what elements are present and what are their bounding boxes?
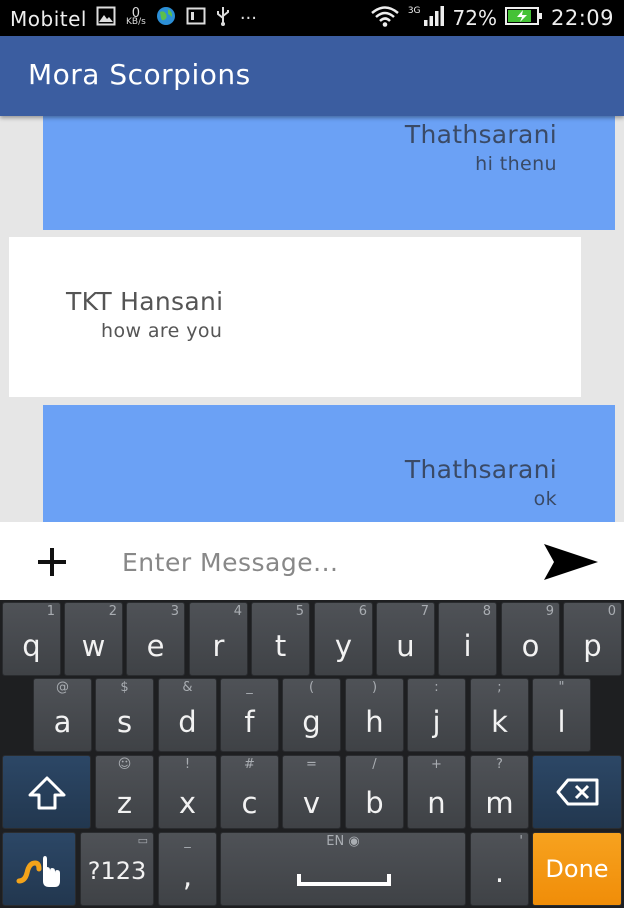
period-key[interactable]: ' . xyxy=(470,832,529,906)
key-c[interactable]: # c xyxy=(220,755,279,829)
key-t[interactable]: 5t xyxy=(251,602,310,676)
battery-percent: 72% xyxy=(452,6,497,30)
key-w[interactable]: 2w xyxy=(64,602,123,676)
spacebar-icon xyxy=(297,874,391,886)
message-sender: Thathsarani xyxy=(404,120,557,149)
send-button[interactable] xyxy=(540,538,602,586)
network-type: 3G xyxy=(407,6,421,16)
key-z[interactable]: ☺ z xyxy=(95,755,154,829)
key-y[interactable]: 6y xyxy=(314,602,373,676)
key-d[interactable]: & d xyxy=(158,678,217,752)
symbols-key[interactable]: ▭ ?123 xyxy=(80,832,154,906)
wifi-icon xyxy=(370,5,400,31)
key-p[interactable]: 0p xyxy=(563,602,622,676)
status-icons-left: 0 KB/s ··· xyxy=(96,5,257,31)
key-r[interactable]: 4r xyxy=(189,602,248,676)
globe-app-icon xyxy=(156,6,176,30)
key-l[interactable]: " l xyxy=(532,678,591,752)
plus-icon xyxy=(38,548,66,576)
attach-button[interactable] xyxy=(30,540,74,584)
network-speed: 0 KB/s xyxy=(126,6,146,27)
key-j[interactable]: :j xyxy=(407,678,466,752)
message-text: hi thenu xyxy=(475,153,557,175)
key-i[interactable]: 8i xyxy=(438,602,497,676)
usb-icon xyxy=(216,6,230,30)
carrier-name: Mobitel xyxy=(10,7,87,31)
clock: 22:09 xyxy=(550,6,614,30)
sim-card-icon xyxy=(186,7,206,29)
backspace-icon xyxy=(556,778,599,806)
key-g[interactable]: (g xyxy=(282,678,341,752)
key-h[interactable]: ) h xyxy=(345,678,404,752)
key-m[interactable]: ? m xyxy=(470,755,529,829)
key-f[interactable]: _ f xyxy=(220,678,279,752)
shift-icon xyxy=(28,776,66,810)
clipboard-icon: ▭ xyxy=(137,834,148,847)
key-s[interactable]: $ s xyxy=(95,678,154,752)
key-e[interactable]: 3e xyxy=(126,602,185,676)
swype-icon xyxy=(16,856,60,887)
app-bar: Mora Scorpions xyxy=(0,36,624,116)
shift-key[interactable] xyxy=(2,755,91,829)
app-title: Mora Scorpions xyxy=(28,58,251,91)
key-k[interactable]: ; k xyxy=(470,678,529,752)
space-key[interactable]: EN ◉ xyxy=(220,832,466,906)
swype-key[interactable] xyxy=(2,832,76,906)
space-language-label: EN ◉ xyxy=(326,834,360,849)
message-bubble-incoming[interactable]: TKT Hansani how are you xyxy=(9,237,581,397)
message-sender: Thathsarani xyxy=(404,455,557,484)
message-bubble-outgoing[interactable]: Thathsarani ok xyxy=(43,405,615,522)
send-icon xyxy=(544,544,598,580)
battery-charging-icon xyxy=(504,6,543,30)
status-icons-right: 3G 72% 22:09 xyxy=(370,5,614,31)
message-sender: TKT Hansani xyxy=(66,287,224,316)
soft-keyboard: 1q 2w 3e 4r 5t 6y 7u 8i 9o 0p @ a $ s & d _… xyxy=(0,600,624,908)
message-composer xyxy=(0,522,624,600)
key-v[interactable]: = v xyxy=(282,755,341,829)
message-list[interactable]: Thathsarani hi thenu TKT Hansani how are… xyxy=(0,116,624,522)
message-text: ok xyxy=(533,488,557,510)
key-q[interactable]: 1q xyxy=(2,602,61,676)
comma-key[interactable]: _ , xyxy=(158,832,217,906)
signal-strength-icon xyxy=(423,5,445,31)
message-text: how are you xyxy=(101,320,223,342)
key-a[interactable]: @ a xyxy=(33,678,92,752)
status-bar: Mobitel 0 KB/s ··· 3G 72% 22:09 xyxy=(0,0,624,36)
image-notification-icon xyxy=(96,6,116,30)
done-key[interactable]: Done xyxy=(532,832,622,906)
key-o[interactable]: 9o xyxy=(501,602,560,676)
message-bubble-outgoing[interactable]: Thathsarani hi thenu xyxy=(43,116,615,230)
key-x[interactable]: ! x xyxy=(158,755,217,829)
key-n[interactable]: + n xyxy=(407,755,466,829)
message-input[interactable] xyxy=(106,540,516,584)
backspace-key[interactable] xyxy=(532,755,622,829)
key-u[interactable]: 7u xyxy=(376,602,435,676)
overflow-notifications-icon: ··· xyxy=(239,7,257,29)
key-b[interactable]: / b xyxy=(345,755,404,829)
